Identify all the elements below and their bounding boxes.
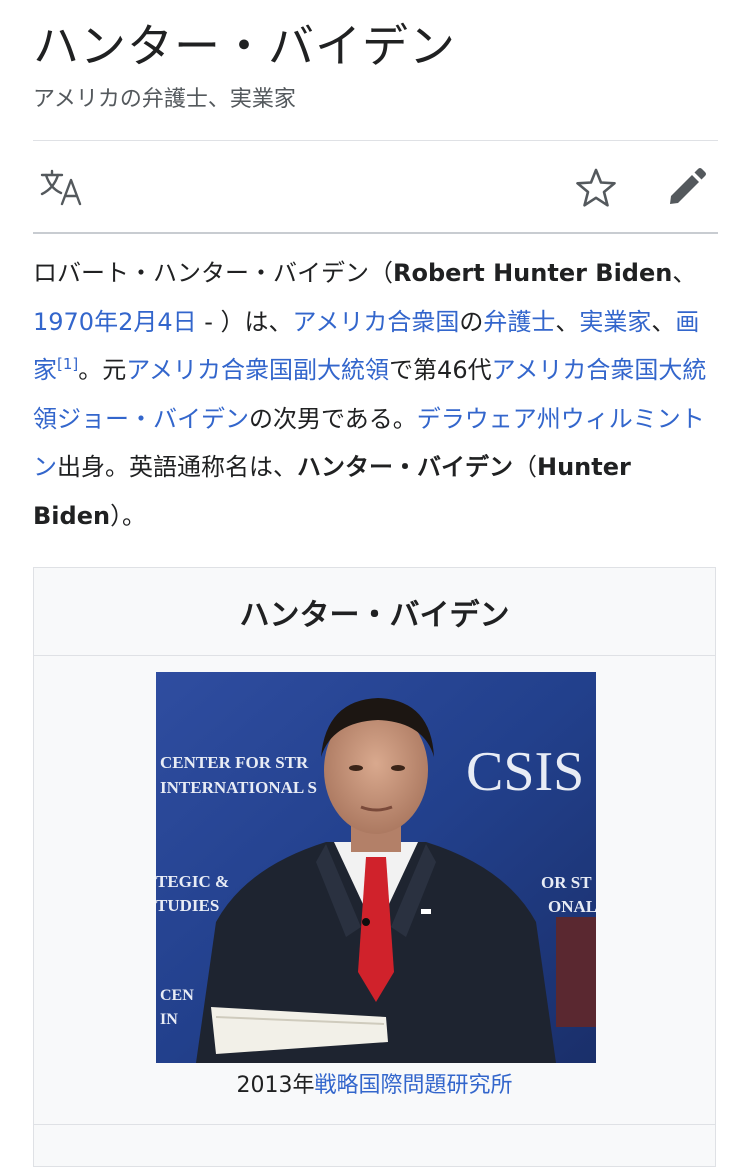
lawyer-link[interactable]: 弁護士	[483, 308, 555, 336]
lead-text: 、	[672, 259, 697, 287]
infobox-title: ハンター・バイデン	[34, 568, 715, 656]
page-description: アメリカの弁護士、実業家	[33, 87, 296, 112]
lead-text: で第46代	[389, 356, 492, 384]
lead-paragraph: ロバート・ハンター・バイデン（Robert Hunter Biden、1970年…	[33, 249, 721, 540]
star-icon[interactable]	[574, 166, 618, 210]
translate-icon[interactable]	[38, 166, 86, 210]
portrait-photo: CENTER FOR STR INTERNATIONAL S TEGIC & T…	[156, 672, 596, 1063]
lead-text: - ）は、	[196, 307, 293, 336]
sign-text: IN	[160, 1011, 178, 1028]
csis-logo-text: CSIS	[466, 741, 584, 803]
lead-text: 出身。英語通称名は、	[57, 453, 297, 481]
lead-text: の次男である。	[249, 404, 417, 433]
sign-text: TUDIES	[156, 896, 219, 915]
reference-link[interactable]: [1]	[57, 355, 78, 373]
caption-text: 2013年	[236, 1073, 315, 1098]
infobox: ハンター・バイデン CENTER FOR STR INTERNATIONAL S…	[33, 567, 716, 1167]
sign-text: TEGIC &	[156, 872, 229, 891]
image-caption: 2013年戦略国際問題研究所	[34, 1070, 715, 1102]
businessman-link[interactable]: 実業家	[579, 308, 651, 336]
lead-text: （	[513, 453, 537, 481]
lead-text: 。元	[78, 356, 127, 384]
infobox-divider	[34, 1124, 715, 1125]
toolbar-divider	[33, 232, 718, 234]
sign-text: ONAL	[548, 897, 596, 916]
article-page: ハンター・バイデン アメリカの弁護士、実業家 ロバート・ハンター・バイデン（Ro…	[0, 0, 750, 1167]
lead-name-en: Robert Hunter Biden	[393, 259, 673, 287]
usa-link[interactable]: アメリカ合衆国	[293, 308, 460, 336]
pencil-icon[interactable]	[664, 164, 710, 210]
portrait-image[interactable]: CENTER FOR STR INTERNATIONAL S TEGIC & T…	[156, 672, 596, 1063]
sign-text: INTERNATIONAL S	[160, 778, 317, 797]
lead-text: ）。	[110, 501, 147, 530]
sign-text: OR ST	[541, 873, 592, 892]
csis-link[interactable]: 戦略国際問題研究所	[314, 1073, 512, 1098]
lead-nickname-ja: ハンター・バイデン	[297, 453, 513, 481]
lead-text: の	[459, 307, 484, 336]
lead-text: ロバート・ハンター・バイデン（	[33, 259, 393, 287]
page-title: ハンター・バイデン	[33, 19, 456, 73]
header-divider	[33, 140, 718, 141]
sign-text: CEN	[160, 987, 194, 1004]
lead-text: 、	[555, 307, 580, 336]
lead-text: 、	[651, 307, 676, 336]
vice-president-link[interactable]: アメリカ合衆国副大統領	[126, 356, 389, 384]
sign-text: CENTER FOR STR	[160, 753, 309, 772]
birth-date-link[interactable]: 1970年2月4日	[33, 308, 197, 336]
